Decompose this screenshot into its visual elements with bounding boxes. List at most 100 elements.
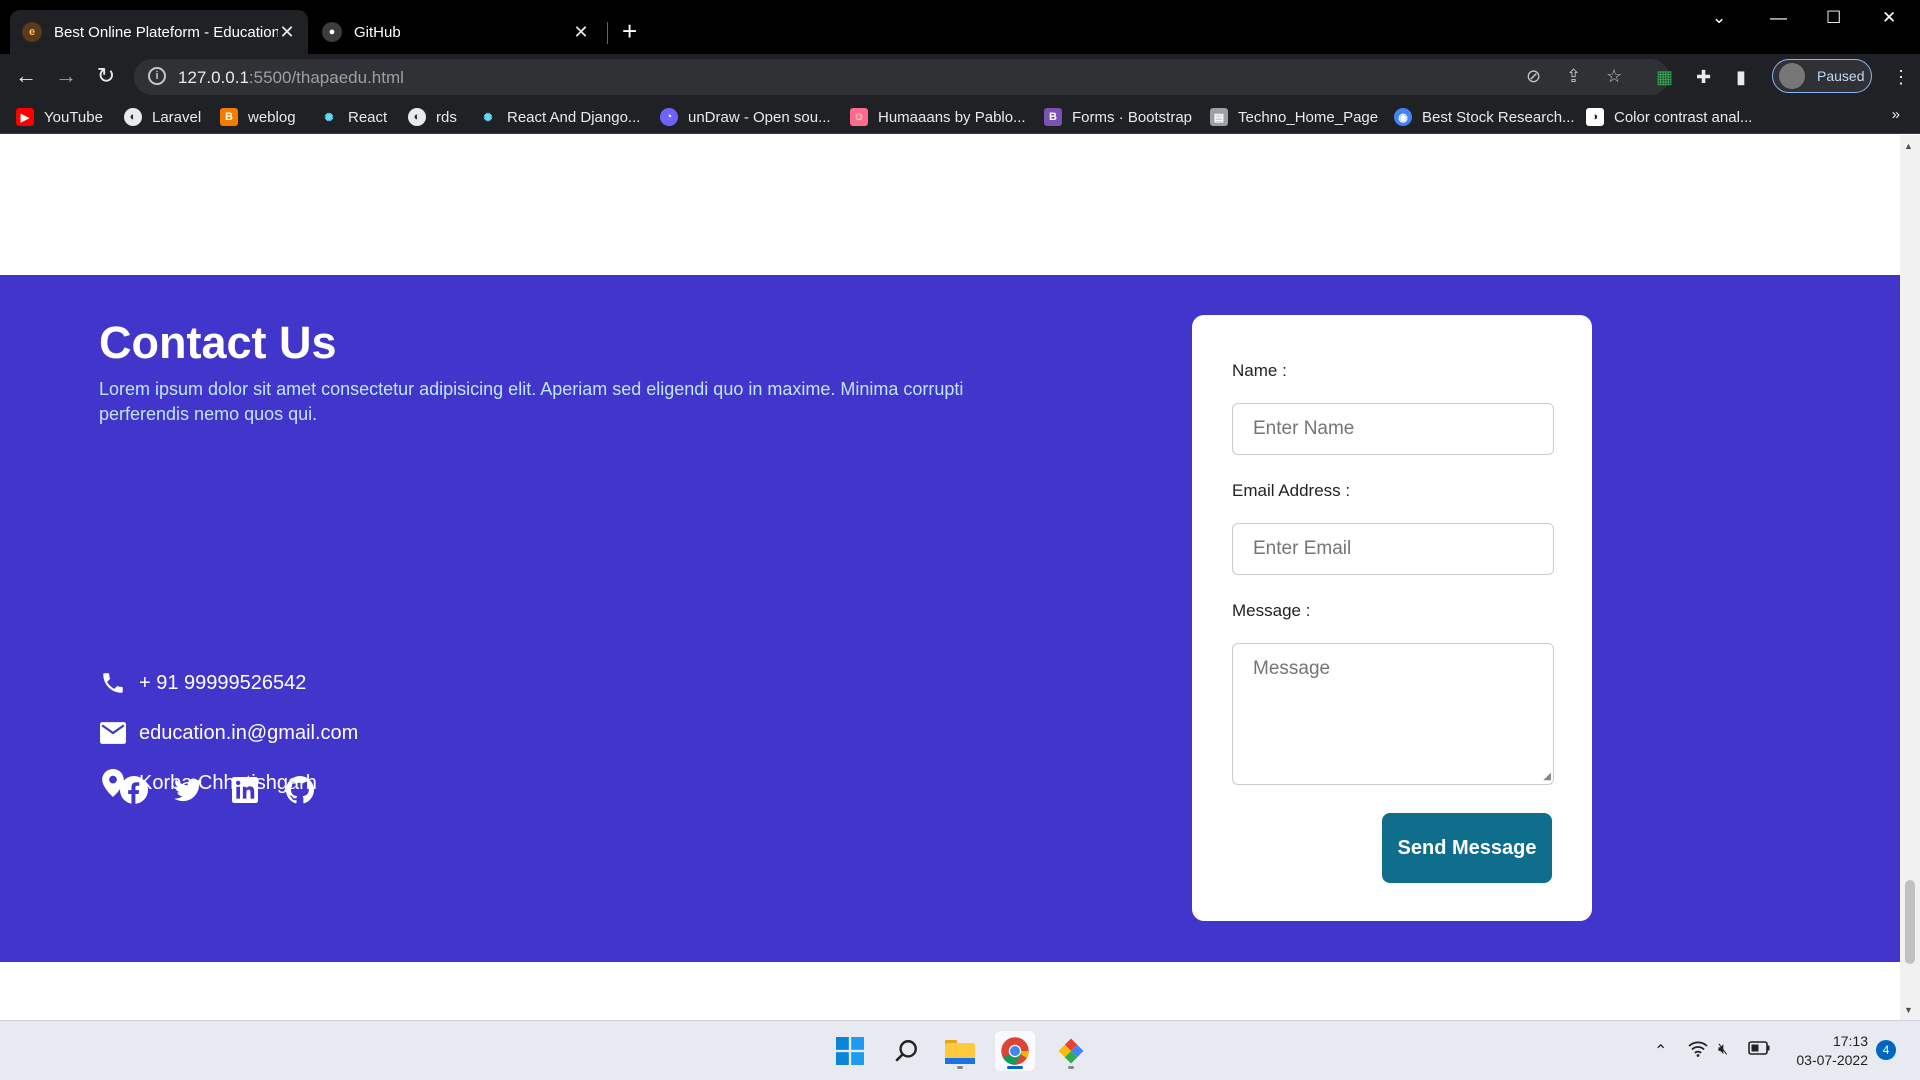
contact-description: Lorem ipsum dolor sit amet consectetur a…	[99, 379, 964, 424]
site-favicon-icon: e	[22, 22, 42, 42]
bootstrap-icon: B	[1044, 108, 1062, 126]
bookmark-stock[interactable]: ◉ Best Stock Research...	[1394, 108, 1575, 126]
site-info-icon[interactable]: i	[148, 67, 166, 85]
extensions-puzzle-icon[interactable]: ✚	[1696, 67, 1711, 88]
scroll-down-icon[interactable]: ▼	[1904, 1005, 1913, 1015]
bookmark-techno[interactable]: ▤ Techno_Home_Page	[1210, 108, 1378, 126]
humaaans-icon: ☺	[850, 108, 868, 126]
bookmark-undraw[interactable]: ◔ unDraw - Open sou...	[660, 108, 831, 126]
bookmark-react-django[interactable]: ✺ React And Django...	[479, 108, 640, 126]
contact-email: education.in@gmail.com	[99, 719, 358, 747]
tab-education[interactable]: e Best Online Plateform - Education ✕	[10, 10, 308, 54]
maximize-icon[interactable]: ☐	[1826, 8, 1841, 28]
battery-icon[interactable]	[1748, 1041, 1770, 1060]
back-icon[interactable]: ←	[12, 63, 40, 89]
notification-badge[interactable]: 4	[1876, 1040, 1896, 1060]
contrast-icon: ◑	[1586, 108, 1604, 126]
reload-icon[interactable]: ↻	[92, 63, 120, 89]
bookmark-star-icon[interactable]: ☆	[1606, 66, 1622, 87]
forward-icon[interactable]: →	[52, 63, 80, 89]
browser-toolbar: ← → ↻ i 127.0.0.1:5500/thapaedu.html ⊘ ⇪…	[0, 54, 1920, 100]
eye-off-icon[interactable]: ⊘	[1526, 66, 1541, 87]
react-icon: ✺	[324, 111, 334, 124]
page-icon: ▤	[1210, 108, 1228, 126]
scroll-up-icon[interactable]: ▲	[1904, 141, 1913, 151]
globe-icon: ◐	[124, 108, 142, 126]
minimize-icon[interactable]: —	[1770, 8, 1787, 28]
bookmarks-overflow-icon[interactable]: »	[1892, 106, 1900, 123]
extension-icon[interactable]: ▦	[1656, 67, 1673, 88]
email-input[interactable]	[1232, 523, 1554, 575]
bookmark-weblog[interactable]: Bweblog	[220, 108, 296, 126]
bookmarks-bar: ▶ YouTube ◐ Laravel Bweblog ✺ React ◐ rds ✺ R…	[0, 100, 1920, 134]
contact-phone: + 91 99999526542	[99, 669, 306, 697]
running-indicator	[957, 1066, 963, 1069]
mail-icon	[99, 719, 127, 747]
profile-button[interactable]: Paused	[1772, 59, 1872, 93]
bookmark-rds[interactable]: ◐ rds	[408, 108, 457, 126]
email-address: education.in@gmail.com	[139, 721, 359, 744]
chrome-taskbar-icon[interactable]	[995, 1031, 1035, 1071]
file-explorer-icon[interactable]	[940, 1031, 980, 1071]
avatar	[1779, 63, 1805, 89]
tab-title: Best Online Plateform - Education	[54, 23, 278, 41]
name-input[interactable]	[1232, 403, 1554, 455]
message-wrapper: ◢	[1232, 643, 1554, 785]
clock-date: 03-07-2022	[1796, 1052, 1868, 1068]
close-tab-icon[interactable]: ✕	[278, 22, 296, 43]
tab-search-icon[interactable]: ⌄	[1712, 8, 1726, 28]
contact-section: Contact Us Lorem ipsum dolor sit amet co…	[0, 275, 1900, 962]
tab-title: GitHub	[354, 23, 401, 41]
address-bar[interactable]: i 127.0.0.1:5500/thapaedu.html ⊘ ⇪ ☆	[134, 59, 1669, 95]
bookmark-laravel[interactable]: ◐ Laravel	[124, 108, 201, 126]
tab-separator	[607, 22, 608, 44]
scrollbar-thumb[interactable]	[1905, 880, 1915, 964]
phone-number: + 91 99999526542	[139, 671, 307, 694]
message-label: Message :	[1232, 601, 1311, 620]
app-diamond-icon[interactable]	[1051, 1031, 1091, 1071]
profile-status: Paused	[1817, 68, 1865, 84]
page-viewport: Contact Us Lorem ipsum dolor sit amet co…	[0, 135, 1900, 1020]
chevron-up-icon[interactable]: ⌃	[1654, 1041, 1667, 1061]
resize-handle-icon[interactable]: ◢	[1543, 771, 1551, 782]
volume-muted-icon[interactable]: 🔇︎	[1718, 1041, 1728, 1059]
browser-tab-bar: e Best Online Plateform - Education ✕ ● …	[0, 0, 1920, 54]
bookmark-bootstrap[interactable]: B Forms · Bootstrap	[1044, 108, 1192, 126]
search-icon[interactable]	[886, 1031, 926, 1071]
tab-github[interactable]: ● GitHub ✕	[310, 10, 602, 54]
bookmark-contrast[interactable]: ◑ Color contrast anal...	[1586, 108, 1752, 126]
phone-icon	[99, 669, 127, 697]
email-label: Email Address :	[1232, 481, 1351, 500]
new-tab-icon[interactable]: +	[622, 16, 637, 47]
name-label: Name :	[1232, 361, 1287, 380]
github-icon[interactable]	[285, 775, 315, 805]
youtube-icon: ▶	[16, 108, 34, 126]
bookmark-youtube[interactable]: ▶ YouTube	[16, 108, 103, 126]
share-icon[interactable]: ⇪	[1566, 66, 1581, 87]
running-indicator	[1068, 1066, 1074, 1069]
contact-form: Name : Email Address : Message : ◢ Send …	[1192, 315, 1592, 921]
system-clock[interactable]: 17:13 03-07-2022	[1786, 1032, 1868, 1070]
undraw-icon: ◔	[660, 108, 678, 126]
wifi-icon[interactable]	[1688, 1041, 1708, 1062]
url-text: 127.0.0.1:5500/thapaedu.html	[178, 68, 404, 87]
close-window-icon[interactable]: ✕	[1882, 8, 1896, 28]
contact-title: Contact Us	[99, 317, 337, 368]
start-windows-icon[interactable]	[830, 1031, 870, 1071]
send-message-button[interactable]: Send Message	[1382, 813, 1552, 883]
clock-time: 17:13	[1832, 1033, 1868, 1049]
twitter-icon[interactable]	[173, 775, 203, 805]
active-indicator	[1007, 1066, 1023, 1069]
bookmark-react[interactable]: ✺ React	[320, 108, 387, 126]
weblog-icon: B	[220, 108, 238, 126]
linkedin-icon[interactable]	[230, 775, 260, 805]
page-scrollbar[interactable]: ▲ ▼	[1900, 135, 1920, 1020]
message-textarea[interactable]	[1232, 643, 1554, 785]
side-panel-icon[interactable]: ▮	[1736, 67, 1746, 88]
facebook-icon[interactable]	[119, 775, 149, 805]
bookmark-humaaans[interactable]: ☺ Humaaans by Pablo...	[850, 108, 1026, 126]
close-tab-icon[interactable]: ✕	[572, 22, 590, 43]
windows-taskbar: ⌃ 🔇︎ 17:13 03-07-2022 4	[0, 1020, 1920, 1080]
menu-kebab-icon[interactable]: ⋮	[1892, 67, 1910, 88]
globe-icon: ◐	[408, 108, 426, 126]
